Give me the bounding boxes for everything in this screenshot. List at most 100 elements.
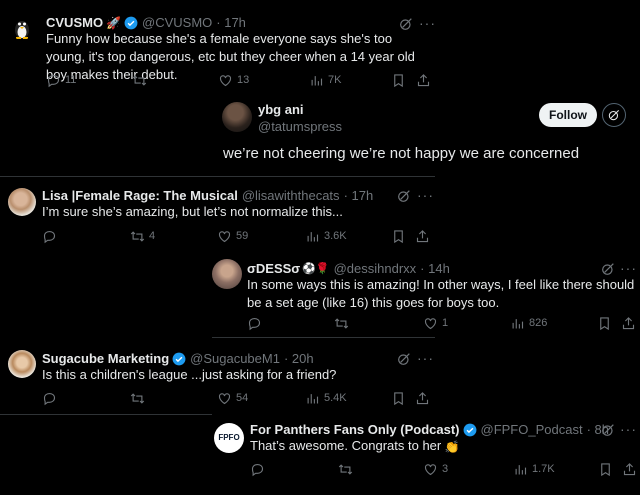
retweet-button[interactable] [338, 460, 357, 478]
display-name[interactable]: CVUSMO [46, 15, 103, 31]
views-button[interactable]: 5.4K [305, 389, 347, 407]
like-icon [218, 73, 233, 88]
handle[interactable]: @lisawiththecats [242, 188, 340, 204]
avatar-text: FPFO [218, 433, 240, 442]
reply-icon [46, 73, 61, 88]
avatar[interactable] [8, 350, 36, 378]
views-button[interactable]: 7K [309, 71, 341, 89]
reply-button[interactable] [42, 389, 61, 407]
reply-count: 11 [65, 74, 77, 86]
bookmark-button[interactable] [391, 71, 406, 89]
retweet-count: 4 [149, 230, 156, 242]
reply-button[interactable] [250, 460, 269, 478]
display-name[interactable]: For Panthers Fans Only (Podcast) [250, 422, 460, 438]
more-icon[interactable]: ··· [417, 188, 434, 202]
share-icon [416, 73, 431, 88]
share-button[interactable] [415, 227, 430, 245]
more-icon[interactable]: ··· [417, 351, 434, 365]
views-button[interactable]: 3.6K [305, 227, 347, 245]
verified-badge-icon [463, 423, 477, 437]
like-button[interactable]: 13 [218, 71, 249, 89]
reply-icon [247, 316, 262, 331]
follow-button[interactable]: Follow [539, 103, 597, 127]
timestamp[interactable]: · 17h [216, 15, 246, 31]
more-icon[interactable]: ··· [620, 422, 637, 436]
more-icon[interactable]: ··· [419, 16, 436, 30]
tweet-text: I’m sure she’s amazing, but let’s not no… [42, 204, 343, 219]
reply-button[interactable]: 11 [46, 71, 76, 89]
rose-emoji-icon: 🌹 [315, 263, 330, 275]
like-button[interactable]: 1 [423, 314, 448, 332]
views-icon [510, 316, 525, 331]
timestamp[interactable]: · 14h [420, 261, 450, 277]
tweet-dessi[interactable]: σDESSσ ⚽ 🌹 @dessihndrxx · 14h ··· In som… [210, 254, 640, 338]
penguin-avatar-icon [15, 21, 29, 39]
handle[interactable]: @SugacubeM1 [190, 351, 280, 367]
tweet-lisa[interactable]: Lisa |Female Rage: The Musical @lisawith… [0, 180, 435, 255]
action-bar: 4 59 3.6K [42, 227, 432, 245]
avatar[interactable] [10, 16, 34, 40]
avatar[interactable] [212, 259, 242, 289]
retweet-button[interactable] [334, 314, 353, 332]
handle[interactable]: @CVUSMO [142, 15, 212, 31]
clapping-hands-emoji-icon: 👏 [444, 439, 460, 454]
reply-icon [42, 391, 57, 406]
share-button[interactable] [622, 460, 637, 478]
view-count: 1.7K [532, 463, 555, 475]
like-icon [217, 391, 232, 406]
retweet-icon [338, 462, 353, 477]
handle[interactable]: @FPFO_Podcast [481, 422, 583, 438]
avatar[interactable] [222, 102, 252, 132]
views-icon [309, 73, 324, 88]
views-button[interactable]: 826 [510, 314, 547, 332]
timestamp[interactable]: · 20h [284, 351, 314, 367]
share-button[interactable] [416, 71, 431, 89]
reply-icon [42, 229, 57, 244]
like-button[interactable]: 54 [217, 389, 248, 407]
display-name[interactable]: Lisa |Female Rage: The Musical [42, 188, 238, 204]
tweet-main[interactable]: ybg ani @tatumspress Follow we’re not ch… [212, 92, 640, 180]
display-name[interactable]: ybg ani [258, 102, 304, 118]
grok-icon[interactable] [396, 351, 412, 367]
retweet-button[interactable]: 4 [130, 227, 155, 245]
tweet-text: Is this a children's league ...just aski… [42, 367, 337, 382]
reply-button[interactable] [247, 314, 266, 332]
like-count: 54 [236, 392, 249, 404]
retweet-icon [130, 391, 145, 406]
like-button[interactable]: 59 [217, 227, 248, 245]
handle[interactable]: @dessihndrxx [334, 261, 417, 277]
grok-icon[interactable] [600, 422, 616, 438]
grok-button[interactable] [602, 103, 626, 127]
retweet-button[interactable] [130, 389, 149, 407]
grok-icon[interactable] [600, 261, 616, 277]
reply-button[interactable] [42, 227, 61, 245]
bookmark-button[interactable] [391, 227, 406, 245]
share-button[interactable] [621, 314, 636, 332]
retweet-button[interactable] [132, 71, 151, 89]
like-button[interactable]: 3 [423, 460, 448, 478]
avatar[interactable] [8, 188, 36, 216]
grok-icon[interactable] [396, 188, 412, 204]
bookmark-button[interactable] [598, 460, 613, 478]
action-bar: 11 13 7K [46, 71, 431, 89]
display-name[interactable]: σDESSσ [247, 261, 300, 277]
share-button[interactable] [415, 389, 430, 407]
divider [0, 414, 212, 415]
bookmark-icon [391, 391, 406, 406]
bookmark-icon [391, 229, 406, 244]
more-icon[interactable]: ··· [620, 261, 637, 275]
tweet-cvusmo[interactable]: CVUSMO 🚀 @CVUSMO · 17h ··· Funny how bec… [0, 0, 435, 95]
action-bar: 1 826 [247, 314, 635, 332]
tweet-sugacube[interactable]: Sugacube Marketing @SugacubeM1 · 20h ···… [0, 338, 435, 416]
tweet-fpfo[interactable]: FPFO For Panthers Fans Only (Podcast) @F… [210, 413, 640, 495]
bookmark-button[interactable] [391, 389, 406, 407]
display-name[interactable]: Sugacube Marketing [42, 351, 169, 367]
handle[interactable]: @tatumspress [258, 119, 342, 135]
timestamp[interactable]: · 17h [344, 188, 374, 204]
verified-badge-icon [124, 16, 138, 30]
avatar[interactable]: FPFO [214, 423, 244, 453]
action-bar: 54 5.4K [42, 389, 432, 407]
views-button[interactable]: 1.7K [513, 460, 555, 478]
bookmark-button[interactable] [597, 314, 612, 332]
like-count: 59 [236, 230, 249, 242]
